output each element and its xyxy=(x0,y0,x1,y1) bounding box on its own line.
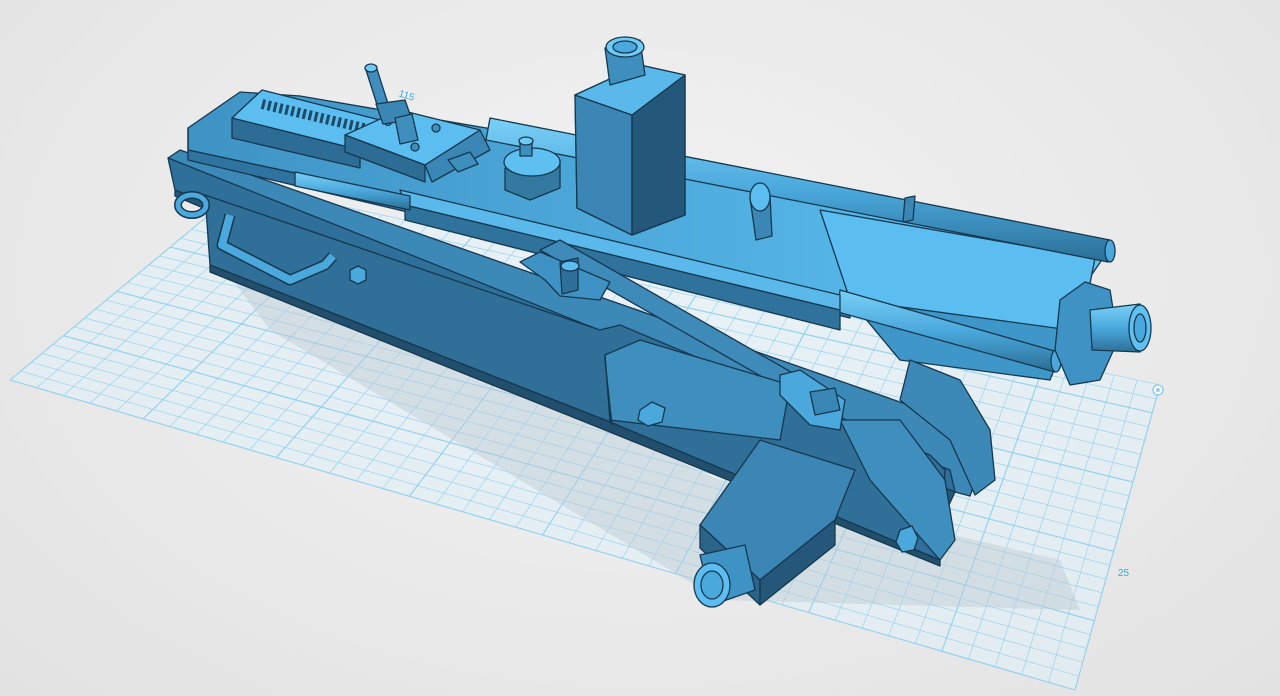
3d-viewport[interactable]: 115 25 xyxy=(0,0,1280,696)
muzzle-cap[interactable] xyxy=(1054,281,1152,386)
grid-label-x-extent: 25 xyxy=(1118,568,1130,579)
hex-bolt[interactable] xyxy=(349,265,367,285)
grid-origin-marker-icon[interactable] xyxy=(1152,384,1164,396)
vertical-column[interactable] xyxy=(574,36,686,236)
scene-canvas[interactable]: 115 25 xyxy=(0,0,1280,696)
